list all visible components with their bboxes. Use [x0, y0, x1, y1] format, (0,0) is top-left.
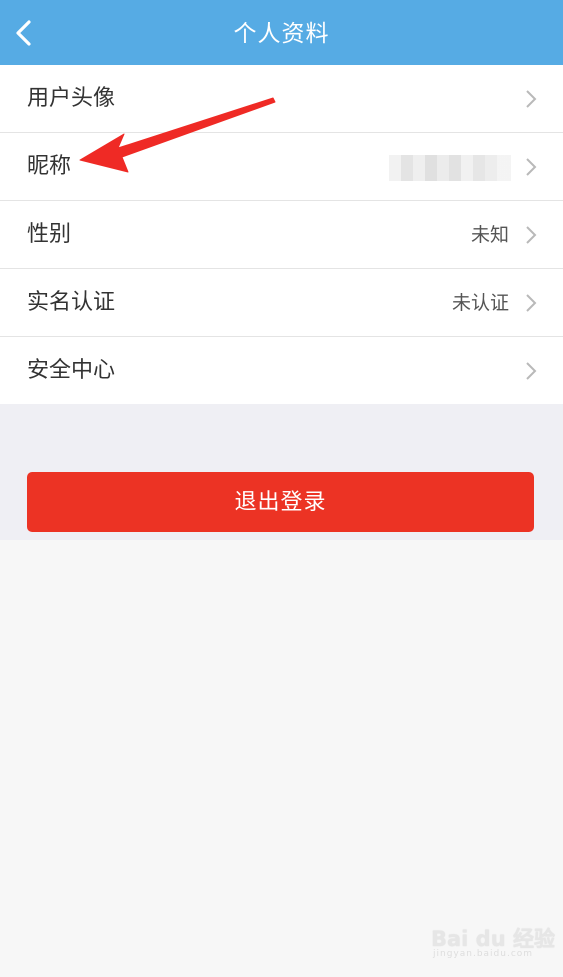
logout-button[interactable]: 退出登录: [27, 472, 534, 532]
page-title: 个人资料: [233, 21, 330, 47]
watermark-url: jingyan.baidu.com: [433, 949, 534, 959]
chevron-right-icon: [526, 294, 537, 312]
chevron-right-icon: [526, 362, 537, 380]
row-nickname[interactable]: 昵称: [0, 133, 563, 201]
row-value: 未知: [470, 224, 509, 246]
row-gender[interactable]: 性别 未知: [0, 201, 563, 269]
row-label: 用户头像: [27, 86, 116, 111]
baidu-jingyan-watermark: Bai du 经验 jingyan.baidu.com: [431, 913, 555, 961]
row-label: 性别: [27, 222, 72, 247]
chevron-right-icon: [526, 226, 537, 244]
top-nav-bar: 个人资料: [0, 0, 563, 65]
chevron-right-icon: [526, 158, 537, 176]
obscured-nickname-value: [389, 155, 511, 181]
chevron-right-icon: [526, 90, 537, 108]
row-real-name-verification[interactable]: 实名认证 未认证: [0, 269, 563, 337]
row-value: 未认证: [451, 292, 509, 314]
row-security-center[interactable]: 安全中心: [0, 337, 563, 404]
row-label: 实名认证: [27, 290, 116, 315]
profile-settings-list: 用户头像 昵称 性别 未知 实名认证 未认证 安全中心: [0, 65, 563, 404]
row-avatar[interactable]: 用户头像: [0, 65, 563, 133]
row-label: 昵称: [27, 154, 72, 179]
row-label: 安全中心: [27, 358, 116, 383]
